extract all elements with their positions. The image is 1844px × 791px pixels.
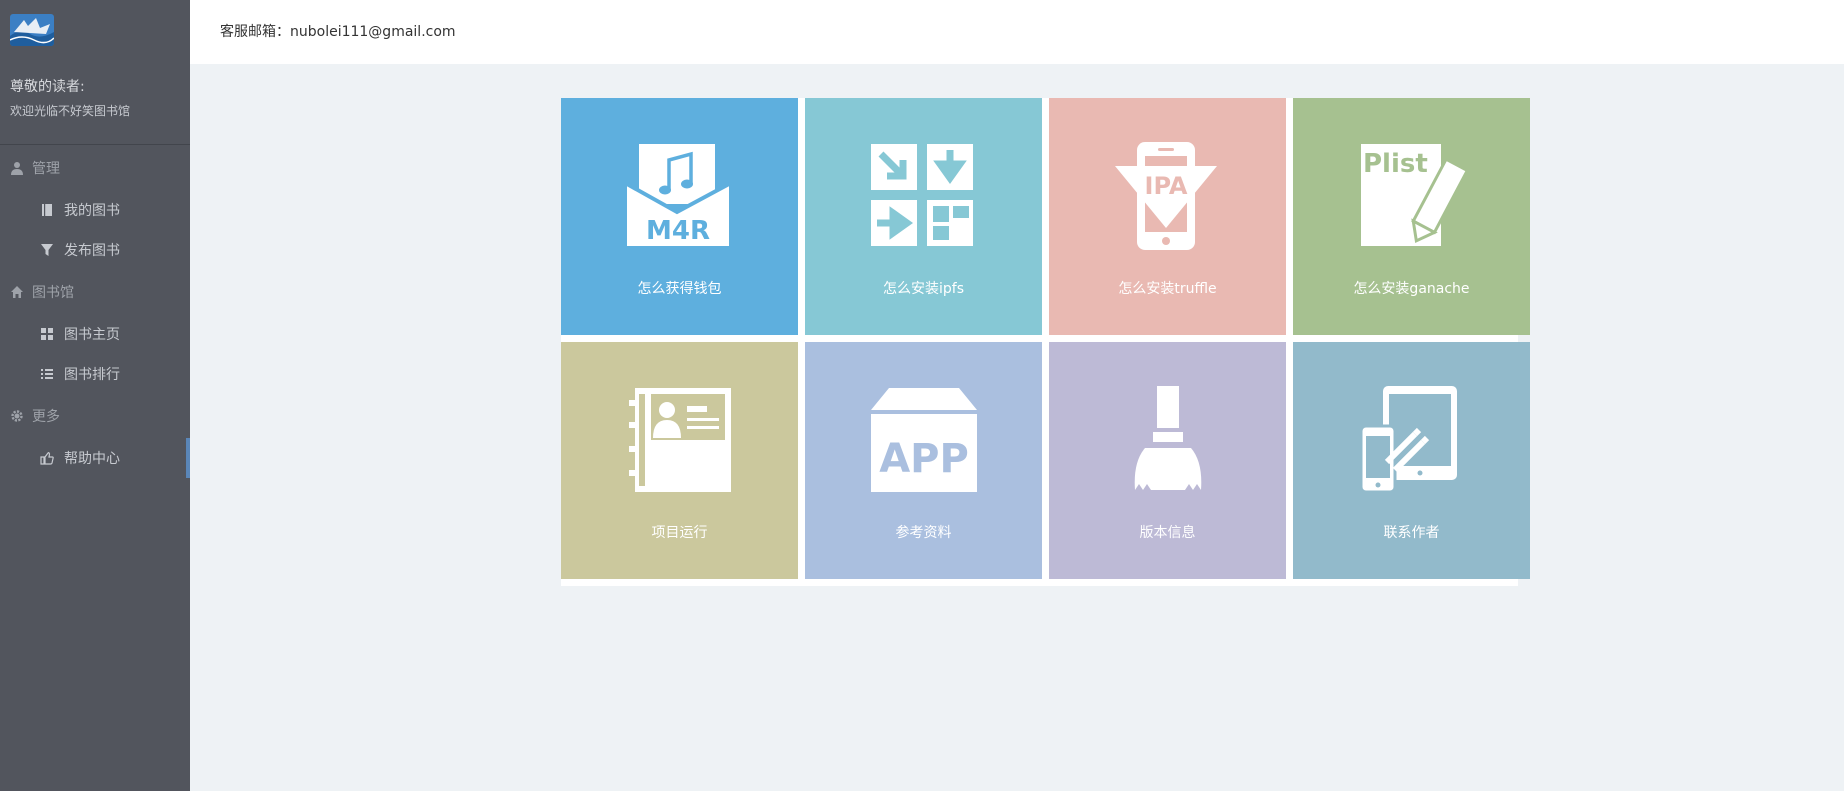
devices-icon [1357,386,1467,496]
tile-project-run[interactable]: 项目运行 [561,342,798,579]
sidebar-item-ranking[interactable]: 图书排行 [40,364,120,384]
active-indicator [186,438,190,478]
ipa-icon-text: IPA [1144,172,1187,200]
support-email: 客服邮箱：nubolei111@gmail.com [220,24,456,40]
sidebar-section-label: 管理 [32,161,60,177]
hand-pointer-icon [40,451,54,465]
filter-icon [40,243,54,257]
app-icon-text: APP [879,436,969,482]
tile-version-info[interactable]: 版本信息 [1049,342,1286,579]
sidebar-item-help[interactable]: 帮助中心 [40,448,120,468]
brush-icon [1113,386,1223,496]
greeting-subtitle: 欢迎光临不好笑图书馆 [10,104,131,118]
sidebar-item-label: 帮助中心 [64,451,120,467]
sidebar-section-library[interactable]: 图书馆 [10,282,74,302]
book-icon [40,203,54,217]
greeting-title: 尊敬的读者: [10,79,85,95]
tile-label: 怎么获得钱包 [637,281,722,297]
tile-label: 怎么安装ipfs [883,281,964,297]
logo[interactable] [10,14,54,46]
sidebar-divider [0,144,190,145]
tile-install-ipfs[interactable]: 怎么安装ipfs [805,98,1042,335]
sidebar-item-publish[interactable]: 发布图书 [40,240,120,260]
tile-label: 怎么安装ganache [1353,281,1470,297]
sidebar-item-label: 图书排行 [64,367,120,383]
tile-label: 参考资料 [895,525,952,541]
sidebar-item-my-books[interactable]: 我的图书 [40,200,120,220]
list-icon [40,367,54,381]
plist-pencil-icon: Plist [1357,142,1467,252]
ipa-phone-icon: IPA [1113,142,1223,252]
tile-references[interactable]: APP 参考资料 [805,342,1042,579]
sidebar-section-label: 图书馆 [32,285,74,301]
top-header: 客服邮箱：nubolei111@gmail.com [190,0,1844,64]
tile-label: 项目运行 [651,525,708,541]
sidebar-item-label: 发布图书 [64,243,120,259]
m4r-icon: M4R [625,142,735,252]
sidebar-item-label: 图书主页 [64,327,120,343]
tile-install-ganache[interactable]: Plist 怎么安装ganache [1293,98,1530,335]
sidebar-section-label: 更多 [32,409,60,425]
tile-contact-author[interactable]: 联系作者 [1293,342,1530,579]
home-icon [10,285,24,299]
tile-label: 怎么安装truffle [1118,281,1217,297]
app-box-icon: APP [869,386,979,496]
sidebar-item-label: 我的图书 [64,203,120,219]
tile-grid: M4R 怎么获得钱包 怎么安装ipfs IPA 怎么安装truffle Plis… [561,98,1530,586]
sidebar-section-manage[interactable]: 管理 [10,158,60,178]
greeting: 尊敬的读者: 欢迎光临不好笑图书馆 [10,76,130,119]
tile-label: 联系作者 [1383,525,1440,541]
tile-install-truffle[interactable]: IPA 怎么安装truffle [1049,98,1286,335]
tile-label: 版本信息 [1139,525,1196,541]
tile-get-wallet[interactable]: M4R 怎么获得钱包 [561,98,798,335]
sidebar: 尊敬的读者: 欢迎光临不好笑图书馆 管理 我的图书 发布图书 图书馆 图书主页 [0,0,190,791]
arrows-grid-icon [869,142,979,252]
m4r-icon-text: M4R [646,216,710,246]
gear-icon [10,409,24,423]
user-icon [10,161,24,175]
plist-icon-text: Plist [1363,149,1428,179]
grid-icon [40,327,54,341]
sidebar-section-more[interactable]: 更多 [10,406,60,426]
sidebar-item-home[interactable]: 图书主页 [40,324,120,344]
contact-book-icon [625,386,735,496]
